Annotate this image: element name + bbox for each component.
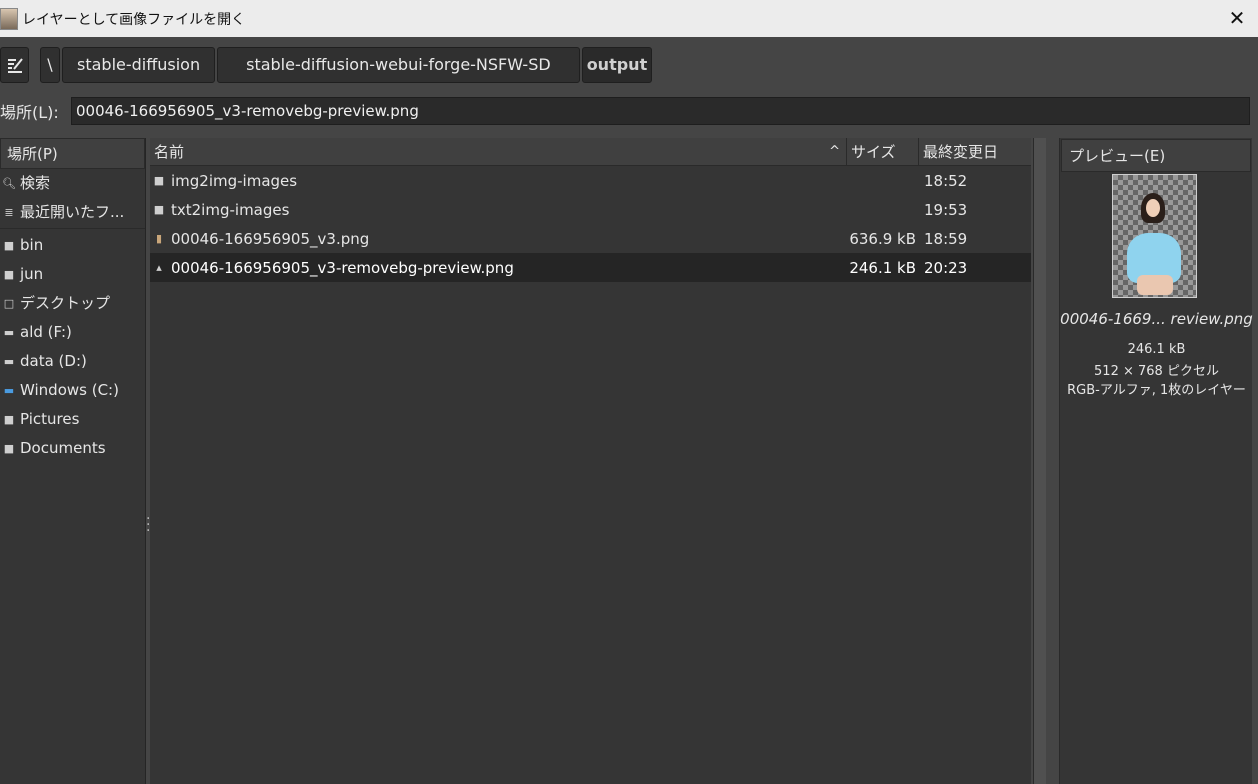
sidebar-item-pictures[interactable]: ■ Pictures (0, 405, 145, 434)
file-name: img2img-images (171, 171, 298, 190)
file-list-scrollbar[interactable] (1033, 138, 1046, 784)
drive-icon: ▬ (3, 326, 15, 339)
file-modified: 20:23 (924, 258, 968, 277)
folder-icon: ■ (153, 203, 165, 216)
window-title: レイヤーとして画像ファイルを開く (22, 11, 246, 28)
path-crumb-stable-diffusion[interactable]: stable-diffusion (62, 47, 216, 83)
file-row[interactable]: ■ img2img-images 18:52 (150, 166, 1031, 195)
preview-details: RGB-アルファ, 1枚のレイヤー (1067, 383, 1246, 398)
path-crumb-webui-forge[interactable]: stable-diffusion-webui-forge-NSFW-SD (217, 47, 580, 83)
sidebar-item-label: デスクトップ (20, 294, 111, 312)
sidebar-item-search[interactable]: 🔍︎ 検索 (0, 169, 145, 198)
column-header-size[interactable]: サイズ (847, 138, 919, 165)
preview-size: 246.1 kB (1127, 342, 1186, 357)
sidebar-item-jun[interactable]: ■ jun (0, 260, 145, 289)
folder-icon: ■ (153, 174, 165, 187)
column-header-name[interactable]: 名前 ^ (150, 138, 847, 165)
sidebar-item-drive-d[interactable]: ▬ data (D:) (0, 347, 145, 376)
folder-icon: ■ (3, 239, 15, 252)
search-icon: 🔍︎ (2, 177, 16, 190)
location-label: 場所(L): (0, 103, 59, 122)
sidebar-item-drive-f[interactable]: ▬ ald (F:) (0, 318, 145, 347)
path-bar: \ stable-diffusion stable-diffusion-webu… (0, 47, 654, 83)
sidebar-item-drive-c[interactable]: ▬ Windows (C:) (0, 376, 145, 405)
file-modified: 18:52 (924, 171, 968, 190)
file-size: 636.9 kB (849, 229, 916, 248)
folder-icon: ■ (3, 268, 15, 281)
sidebar-item-label: data (D:) (20, 352, 87, 370)
file-row[interactable]: ▮ 00046-166956905_v3.png 636.9 kB 18:59 (150, 224, 1031, 253)
file-list-header: 名前 ^ サイズ 最終変更日 (150, 138, 1031, 166)
path-root-button[interactable]: \ (40, 47, 60, 83)
sidebar-divider (0, 228, 145, 229)
sort-ascending-icon: ^ (829, 144, 840, 159)
file-modified: 18:59 (924, 229, 968, 248)
file-modified: 19:53 (924, 200, 968, 219)
edit-path-button[interactable] (0, 47, 29, 83)
preview-thumbnail (1112, 174, 1197, 298)
preview-filename: 00046-1669... review.png (1060, 310, 1253, 328)
close-icon[interactable]: ✕ (1226, 7, 1248, 29)
image-file-icon: ▴ (156, 261, 162, 274)
desktop-folder-icon: □ (3, 297, 15, 310)
preview-dimensions: 512 × 768 ピクセル (1094, 364, 1219, 379)
places-header[interactable]: 場所(P) (0, 138, 145, 169)
file-row[interactable]: ■ txt2img-images 19:53 (150, 195, 1031, 224)
sidebar-item-label: 最近開いたフ... (20, 203, 125, 221)
file-name: txt2img-images (171, 200, 290, 219)
sidebar-item-label: bin (20, 236, 44, 254)
folder-icon: ■ (3, 413, 15, 426)
sidebar-item-label: Pictures (20, 410, 80, 428)
image-file-icon: ▮ (155, 232, 163, 245)
file-list: 名前 ^ サイズ 最終変更日 ■ img2img-images 18:52 ■ tx… (150, 138, 1031, 784)
file-row-selected[interactable]: ▴ 00046-166956905_v3-removebg-preview.png… (150, 253, 1031, 282)
windows-drive-icon: ▬ (3, 384, 15, 397)
drive-icon: ▬ (3, 355, 15, 368)
sidebar-item-label: ald (F:) (20, 323, 72, 341)
preview-panel: プレビュー(E) 00046-1669... review.png 246.1 … (1059, 138, 1253, 784)
file-name: 00046-166956905_v3-removebg-preview.png (171, 258, 514, 277)
places-sidebar: 場所(P) 🔍︎ 検索 ≣ 最近開いたフ... ■ bin ■ jun □ デス… (0, 138, 146, 784)
app-icon (0, 7, 18, 30)
edit-icon (7, 58, 23, 73)
path-crumb-output[interactable]: output (581, 47, 653, 83)
folder-icon: ■ (3, 442, 15, 455)
sidebar-item-label: 検索 (20, 174, 51, 192)
sidebar-item-bin[interactable]: ■ bin (0, 231, 145, 260)
preview-header[interactable]: プレビュー(E) (1061, 139, 1251, 172)
location-input[interactable]: 00046-166956905_v3-removebg-preview.png (71, 97, 1250, 125)
recent-icon: ≣ (4, 206, 14, 219)
sidebar-item-recent[interactable]: ≣ 最近開いたフ... (0, 198, 145, 227)
sidebar-item-desktop[interactable]: □ デスクトップ (0, 289, 145, 318)
file-name: 00046-166956905_v3.png (171, 229, 370, 248)
sidebar-item-label: Windows (C:) (20, 381, 119, 399)
title-bar: レイヤーとして画像ファイルを開く ✕ (0, 0, 1258, 37)
sidebar-item-documents[interactable]: ■ Documents (0, 434, 145, 463)
file-size: 246.1 kB (849, 258, 916, 277)
sidebar-item-label: Documents (20, 439, 106, 457)
sidebar-item-label: jun (20, 265, 44, 283)
column-header-modified[interactable]: 最終変更日 (919, 138, 1031, 165)
